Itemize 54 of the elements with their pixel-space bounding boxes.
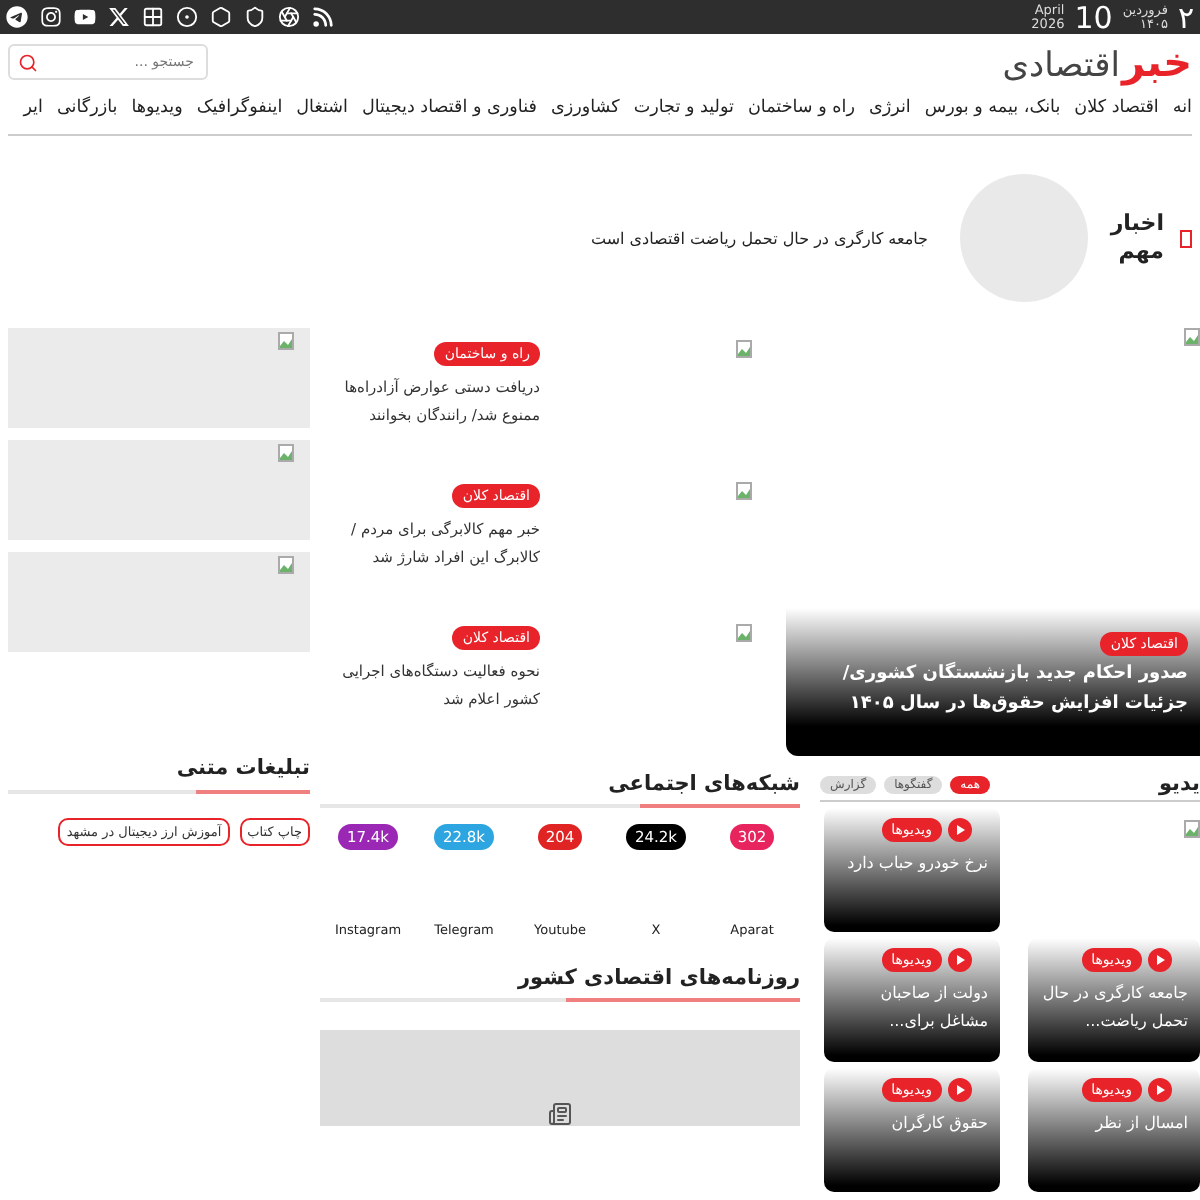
video-title: امسال از نظر: [1092, 1112, 1188, 1136]
nav-link[interactable]: اشتغال: [296, 96, 348, 122]
alert-icon: [1180, 229, 1192, 247]
video-title: جامعه کارگری در حال تحمل ریاضت...: [1040, 982, 1188, 1034]
play-icon: [948, 818, 972, 842]
section-title: یدیو: [1158, 772, 1200, 796]
shield-icon[interactable]: [244, 6, 266, 28]
logo[interactable]: خبراقتصادی: [1002, 38, 1192, 86]
nav-link[interactable]: تولید و تجارت: [633, 96, 734, 122]
day-number: 10: [1074, 1, 1113, 33]
nav-link[interactable]: بازرگانی: [56, 96, 118, 122]
nav-link[interactable]: اینفوگرافیک: [196, 96, 283, 122]
section-title: تبلیغات متنی: [176, 756, 310, 780]
search-icon[interactable]: [18, 51, 38, 73]
nav-link[interactable]: کشاورزی: [550, 96, 620, 122]
hexagon-icon[interactable]: [210, 6, 232, 28]
video-title: نرخ خودرو حباب دارد: [845, 852, 988, 876]
nav-link[interactable]: ویدیوها: [131, 96, 183, 122]
rss-icon[interactable]: [312, 6, 334, 28]
section-label: اخبار مهم: [1107, 210, 1164, 266]
instagram-icon[interactable]: [40, 6, 62, 28]
play-icon: [1148, 1078, 1172, 1102]
video-title: دولت از صاحبان مشاغل برای...: [878, 982, 988, 1034]
x-icon[interactable]: [108, 6, 130, 28]
broken-image-icon: [1184, 328, 1200, 346]
headline-link[interactable]: جامعه کارگری در حال تحمل ریاضت اقتصادی است: [590, 229, 928, 247]
play-icon: [1148, 948, 1172, 972]
nav-link[interactable]: فناوری و اقتصاد دیجیتال: [361, 96, 537, 122]
newspaper-icon: [548, 1102, 572, 1126]
circle-icon[interactable]: [176, 6, 198, 28]
nav-link[interactable]: انه: [1172, 96, 1192, 122]
broken-image-icon: [736, 482, 752, 500]
youtube-icon[interactable]: [74, 6, 96, 28]
hero-title: صدور احکام جدید بازنشستگان کشوری/ جزئیات افزایش حقوق‌ها در سال ۱۴۰۵: [840, 660, 1188, 718]
aperture-icon[interactable]: [278, 6, 300, 28]
broken-image-icon: [278, 332, 294, 350]
telegram-icon[interactable]: [6, 6, 28, 28]
video-title: حقوق کارگران: [889, 1112, 988, 1136]
nav-link[interactable]: بانک، بیمه و بورس: [924, 96, 1061, 122]
nav-link[interactable]: ایر: [23, 96, 43, 122]
grid-icon[interactable]: [142, 6, 164, 28]
section-title: روزنامه‌های اقتصادی کشور: [515, 966, 800, 990]
nav-link[interactable]: اقتصاد کلان: [1074, 96, 1159, 122]
section-title: شبکه‌های اجتماعی: [606, 772, 800, 796]
play-icon: [948, 948, 972, 972]
play-icon: [948, 1078, 972, 1102]
broken-image-icon: [278, 556, 294, 574]
broken-image-icon: [736, 340, 752, 358]
nav-link[interactable]: راه و ساختمان: [747, 96, 855, 122]
nav-link[interactable]: انرژی: [868, 96, 911, 122]
broken-image-icon: [278, 444, 294, 462]
broken-image-icon: [1184, 820, 1200, 838]
day-number: ۲: [1177, 1, 1194, 33]
broken-image-icon: [736, 624, 752, 642]
